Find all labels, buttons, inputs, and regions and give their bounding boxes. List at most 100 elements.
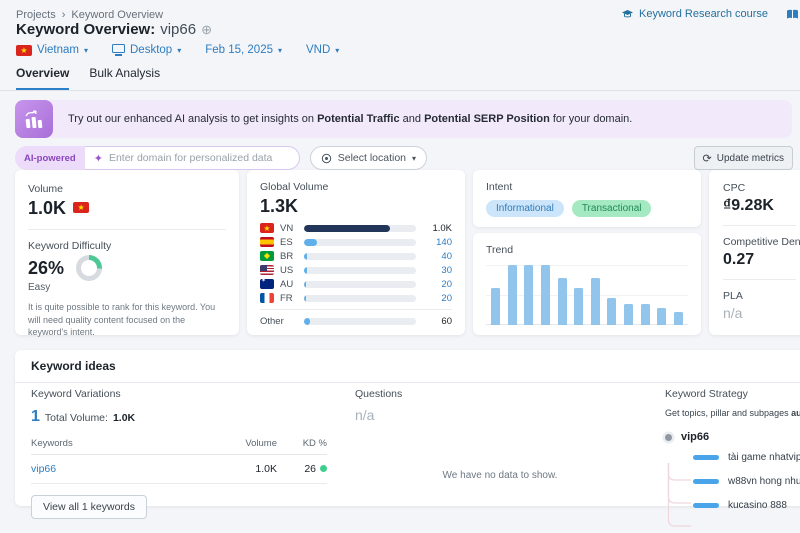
- volume-bar-fill: [304, 225, 390, 232]
- domain-input[interactable]: [109, 152, 290, 164]
- strategy-child-node[interactable]: w88vn hong nhung: [693, 476, 800, 487]
- variations-total: 1 Total Volume: 1.0K: [31, 408, 327, 426]
- view-all-keywords-button[interactable]: View all 1 keywords: [31, 495, 147, 519]
- keyword-overview-page: Projects › Keyword Overview Keyword Rese…: [0, 0, 800, 516]
- trend-bar: [641, 304, 650, 325]
- divider: [723, 279, 796, 280]
- trend-card: Trend: [473, 233, 701, 335]
- keyword-difficulty-value: 26%: [28, 258, 64, 279]
- domain-input-wrap: ✦: [85, 146, 300, 170]
- currency-selector[interactable]: VND ▾: [306, 44, 339, 56]
- difficulty-donut-chart: [76, 255, 102, 281]
- select-location-button[interactable]: Select location ▾: [310, 146, 427, 170]
- keyword-strategy-column: Keyword Strategy Get topics, pillar and …: [665, 388, 800, 511]
- update-metrics-button[interactable]: ⟳ Update metrics: [694, 146, 793, 170]
- country-code: AU: [280, 279, 298, 290]
- banner-text: Try out our enhanced AI analysis to get …: [68, 113, 632, 125]
- difficulty-level: Easy: [28, 282, 226, 293]
- global-volume-row[interactable]: ES140: [260, 238, 452, 246]
- tab-overview[interactable]: Overview: [16, 66, 69, 91]
- strategy-children: tài game nhatvip w88vn hong nhung kucasino…: [693, 452, 800, 511]
- keyword-table-row[interactable]: vip661.0K26: [31, 455, 327, 484]
- pla-value: n/a: [723, 305, 800, 321]
- fr-flag-icon: [260, 293, 274, 303]
- intent-pill-transactional[interactable]: Transactional: [572, 200, 652, 217]
- divider: [28, 229, 226, 230]
- trend-bar: [541, 265, 550, 325]
- volume-bar-track: [304, 318, 416, 325]
- volume-bar-fill: [304, 281, 306, 288]
- trend-label: Trend: [486, 244, 688, 256]
- ai-analysis-banner: Try out our enhanced AI analysis to get …: [15, 100, 792, 138]
- keyword-variations-column: Keyword Variations 1 Total Volume: 1.0K …: [31, 388, 327, 519]
- strategy-node-bar-icon: [693, 479, 719, 484]
- global-volume-row[interactable]: AU20: [260, 280, 452, 288]
- breadcrumb-projects[interactable]: Projects: [16, 9, 56, 21]
- trend-bars: [486, 265, 688, 325]
- intent-pills: Informational Transactional: [486, 200, 688, 217]
- pla-label: PLA: [723, 290, 800, 302]
- page-title: Keyword Overview: vip66 ⊕: [16, 21, 212, 38]
- trend-bar: [657, 308, 666, 325]
- user-manual-link[interactable]: U: [786, 8, 800, 20]
- tab-bulk-analysis[interactable]: Bulk Analysis: [89, 66, 160, 91]
- competitive-density-label: Competitive Density: [723, 236, 800, 248]
- volume-bar-fill: [304, 239, 317, 246]
- questions-column: Questions n/a: [355, 388, 645, 423]
- trend-bar: [491, 288, 500, 325]
- strategy-child-node[interactable]: kucasino 888: [693, 500, 800, 511]
- country-volume-value: 20: [422, 293, 452, 304]
- graduation-cap-icon: [621, 9, 634, 20]
- trend-bar: [574, 288, 583, 325]
- trend-bar: [558, 278, 567, 325]
- keyword-difficulty-label: Keyword Difficulty: [28, 240, 226, 252]
- strategy-root-keyword: vip66: [681, 431, 709, 443]
- strategy-child-keyword: tài game nhatvip: [728, 452, 800, 463]
- global-volume-row[interactable]: US30: [260, 266, 452, 274]
- country-code: BR: [280, 251, 298, 262]
- country-code: Other: [260, 316, 298, 327]
- add-to-list-icon[interactable]: ⊕: [201, 22, 212, 38]
- keyword-strategy-label: Keyword Strategy: [665, 388, 800, 400]
- keyword-research-course-link[interactable]: Keyword Research course: [621, 8, 768, 20]
- date-selector[interactable]: Feb 15, 2025 ▾: [205, 44, 282, 56]
- global-volume-row[interactable]: Other60: [260, 309, 452, 327]
- empty-data-message: We have no data to show.: [355, 470, 645, 481]
- keywords-table-rows: vip661.0K26: [31, 455, 327, 484]
- intent-card: Intent InformationalTransactional: [473, 170, 701, 227]
- country-volume-value: 1.0K: [422, 223, 452, 234]
- breadcrumb-separator: ›: [62, 9, 66, 21]
- country-selector[interactable]: Vietnam ▾: [16, 44, 88, 56]
- vn-flag-icon: [260, 223, 274, 233]
- chevron-down-icon: ▾: [84, 46, 88, 55]
- keyword-link[interactable]: vip66: [31, 463, 225, 475]
- strategy-root-node[interactable]: vip66: [665, 431, 800, 443]
- keyword-variations-label: Keyword Variations: [31, 388, 327, 400]
- strategy-child-node[interactable]: tài game nhatvip: [693, 452, 800, 463]
- divider: [723, 225, 796, 226]
- strategy-child-keyword: kucasino 888: [728, 500, 787, 511]
- intent-pill-informational[interactable]: Informational: [486, 200, 564, 217]
- sparkle-icon: ✦: [94, 152, 103, 165]
- country-code: US: [280, 265, 298, 276]
- global-volume-row[interactable]: FR20: [260, 294, 452, 302]
- au-flag-icon: [260, 279, 274, 289]
- device-selector[interactable]: Desktop ▾: [112, 44, 181, 56]
- questions-value: n/a: [355, 407, 645, 423]
- global-volume-row[interactable]: VN1.0K: [260, 224, 452, 232]
- trend-bar: [624, 304, 633, 325]
- volume-bar-track: [304, 281, 416, 288]
- competitive-density-value: 0.27: [723, 251, 800, 269]
- location-icon: [321, 153, 332, 164]
- global-volume-label: Global Volume: [260, 181, 452, 193]
- keywords-table-header: Keywords Volume KD %: [31, 438, 327, 455]
- strategy-subtitle: Get topics, pillar and subpages automati…: [665, 408, 800, 418]
- keyword-volume: 1.0K: [225, 463, 277, 475]
- global-volume-rows: VN1.0KES140BR40US30AU20FR20Other60: [260, 224, 452, 327]
- chevron-down-icon: ▾: [412, 154, 416, 163]
- keywords-table: Keywords Volume KD % vip661.0K26: [31, 438, 327, 484]
- global-volume-card: Global Volume 1.3K VN1.0KES140BR40US30AU…: [247, 170, 465, 335]
- ai-powered-badge: AI-powered: [15, 146, 85, 170]
- global-volume-row[interactable]: BR 40: [260, 252, 452, 260]
- country-volume-value: 40: [422, 251, 452, 262]
